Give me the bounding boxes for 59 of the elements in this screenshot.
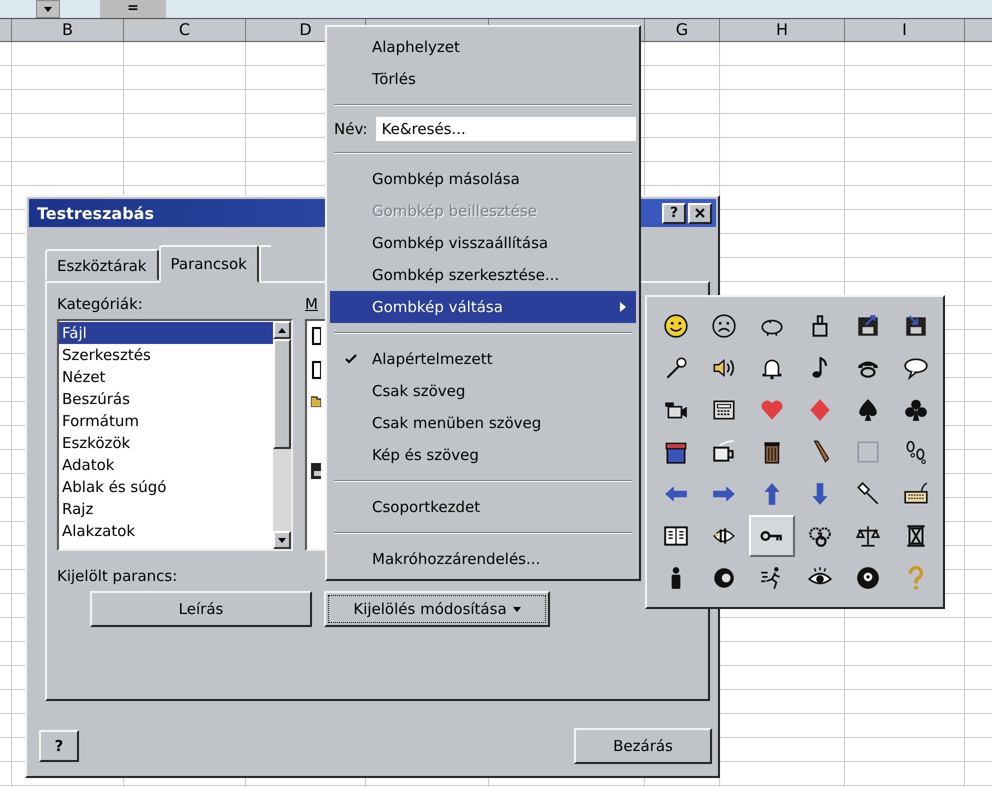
column-header[interactable]: G bbox=[645, 19, 720, 41]
command-icon bbox=[311, 327, 321, 345]
smiley-face-icon bbox=[663, 313, 689, 339]
menu-item[interactable]: Gombkép szerkesztése... bbox=[330, 259, 636, 291]
menu-item[interactable]: Csak menüben szöveg bbox=[330, 407, 636, 439]
name-input-field[interactable]: Ke&resés... bbox=[376, 117, 636, 141]
scroll-up-arrow-icon bbox=[278, 328, 286, 332]
category-item[interactable]: Formátum bbox=[59, 410, 273, 432]
column-header[interactable]: H bbox=[720, 19, 845, 41]
menu-item[interactable]: Törlés bbox=[330, 63, 636, 95]
blank-square-icon bbox=[855, 439, 881, 465]
category-item[interactable]: Eszközök bbox=[59, 432, 273, 454]
dialog-title: Testreszabás bbox=[37, 204, 154, 222]
categories-label: Kategóriák: bbox=[57, 295, 143, 313]
eight-ball-icon bbox=[855, 565, 881, 591]
menu-item[interactable]: Kép és szöveg bbox=[330, 439, 636, 471]
command-icon bbox=[311, 361, 321, 379]
sad-face-icon bbox=[711, 313, 737, 339]
menu-item[interactable]: Csak szöveg bbox=[330, 375, 636, 407]
menu-item[interactable]: Alapértelmezett bbox=[330, 343, 636, 375]
category-item[interactable]: Szerkesztés bbox=[59, 344, 273, 366]
dropdown-arrow-icon bbox=[44, 6, 52, 12]
scrollbar[interactable] bbox=[273, 321, 291, 549]
category-item[interactable]: Rajz bbox=[59, 498, 273, 520]
close-icon bbox=[695, 208, 705, 218]
commands-label: M bbox=[305, 295, 318, 313]
menu-item[interactable]: Makróhozzárendelés... bbox=[330, 543, 636, 575]
selected-command-label: Kijelölt parancs: bbox=[57, 567, 178, 585]
category-item[interactable]: Alakzatok bbox=[59, 520, 273, 542]
description-button[interactable]: Leírás bbox=[90, 591, 312, 627]
button-image-option[interactable] bbox=[749, 515, 795, 557]
name-box[interactable] bbox=[36, 0, 60, 18]
club-icon bbox=[903, 397, 929, 423]
help-button[interactable]: ? bbox=[39, 730, 79, 762]
category-item[interactable]: Ablak és súgó bbox=[59, 476, 273, 498]
scroll-down-arrow-icon bbox=[278, 538, 286, 542]
caret-icon bbox=[512, 606, 521, 612]
menu-item[interactable]: Gombkép visszaállítása bbox=[330, 227, 636, 259]
column-header[interactable]: B bbox=[12, 19, 124, 41]
menu-item[interactable]: Csoportkezdet bbox=[330, 491, 636, 523]
close-dialog-button[interactable]: Bezárás bbox=[574, 728, 712, 764]
formula-equals-sign: = bbox=[100, 0, 166, 18]
help-button[interactable]: ? bbox=[662, 202, 686, 224]
menu-item[interactable]: Gombkép másolása bbox=[330, 163, 636, 195]
category-item[interactable]: Fájl bbox=[59, 322, 273, 344]
tab[interactable]: Eszköztárak bbox=[45, 249, 158, 281]
pushpin-icon bbox=[855, 481, 881, 507]
category-item[interactable]: Nézet bbox=[59, 366, 273, 388]
tab[interactable]: Parancsok bbox=[158, 245, 259, 283]
name-label: Név: bbox=[334, 120, 368, 138]
category-item[interactable]: Adatok bbox=[59, 454, 273, 476]
column-header[interactable]: I bbox=[845, 19, 965, 41]
folder-icon bbox=[311, 395, 321, 407]
category-item[interactable]: Beszúrás bbox=[59, 388, 273, 410]
column-header[interactable]: C bbox=[124, 19, 246, 41]
partial-tab[interactable] bbox=[258, 245, 271, 281]
close-button[interactable] bbox=[688, 202, 712, 224]
menu-item[interactable]: Gombkép váltása bbox=[330, 291, 636, 323]
modify-selection-button[interactable]: Kijelölés módosítása bbox=[324, 591, 550, 627]
